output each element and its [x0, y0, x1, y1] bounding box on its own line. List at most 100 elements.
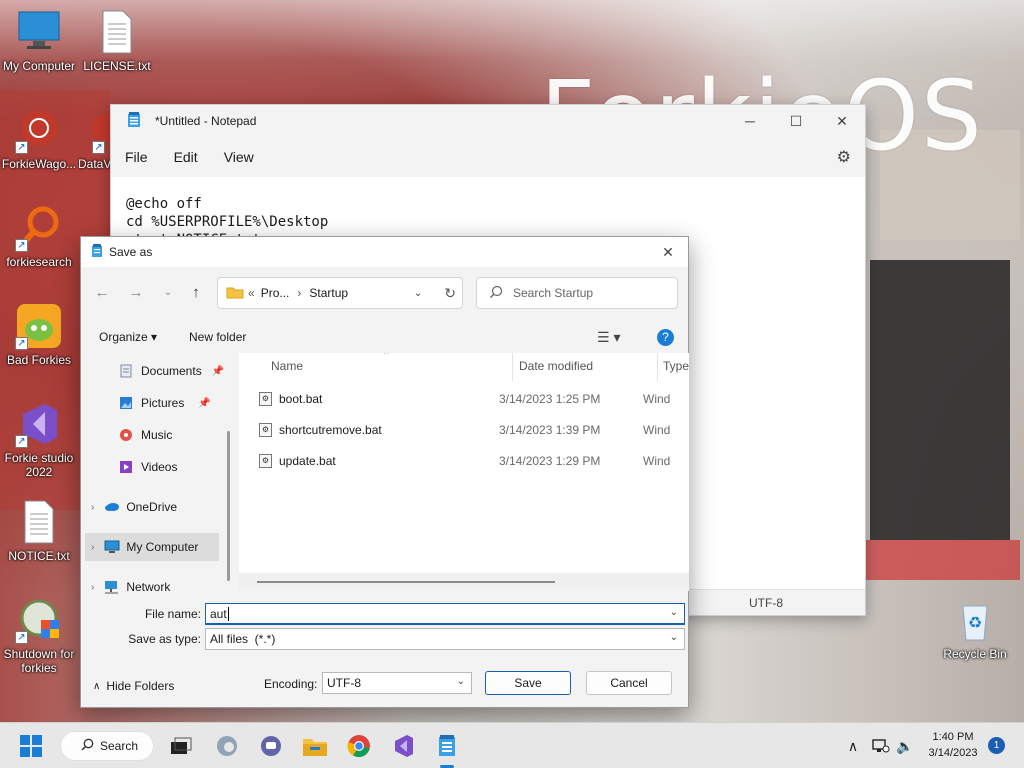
desktop-icon-datav[interactable]: ↗ DataV...: [78, 106, 112, 171]
save-as-type-select[interactable]: All files (*.*) ⌄: [205, 628, 685, 650]
desktop-icon-license[interactable]: LICENSE.txt: [78, 8, 156, 73]
save-as-dialog: Save as ✕ ← → ⌄ ↑ « Pro... › Startup ⌄ ↻…: [80, 236, 689, 708]
column-divider[interactable]: [512, 353, 513, 381]
address-dropdown-chevron-icon[interactable]: ⌄: [414, 288, 422, 299]
refresh-icon[interactable]: ↻: [444, 285, 456, 302]
desktop-icon-label: Forkie studio 2022: [4, 451, 74, 479]
dialog-close-button[interactable]: ✕: [648, 237, 688, 267]
forward-arrow-icon[interactable]: →: [123, 275, 149, 309]
breadcrumb-overflow[interactable]: «: [248, 286, 255, 300]
notepad-title: *Untitled - Notepad: [155, 114, 257, 128]
expand-chevron-icon[interactable]: ›: [91, 582, 94, 593]
pin-icon: 📌: [211, 365, 225, 377]
recent-locations-chevron-icon[interactable]: ⌄: [155, 275, 181, 309]
text-file-icon: [15, 498, 63, 546]
desktop-icon-recycle-bin[interactable]: ♻ Recycle Bin: [936, 596, 1014, 661]
desktop-icon-forkie-studio[interactable]: ↗ Forkie studio 2022: [0, 400, 78, 479]
music-icon: [119, 428, 135, 442]
breadcrumb-item-current[interactable]: Startup: [309, 286, 348, 300]
chevron-down-icon[interactable]: ⌄: [457, 676, 465, 687]
notification-badge[interactable]: 1: [988, 737, 1005, 754]
dialog-navbar: ← → ⌄ ↑ « Pro... › Startup ⌄ ↻ Search St…: [81, 275, 688, 315]
notepad-titlebar[interactable]: *Untitled - Notepad ─ ☐ ✕: [111, 105, 865, 137]
desktop-icon-label: Recycle Bin: [943, 647, 1007, 661]
visual-studio-icon[interactable]: [390, 733, 416, 759]
column-header-name[interactable]: Name: [271, 359, 303, 373]
breadcrumb-item[interactable]: Pro...: [261, 286, 290, 300]
menu-file[interactable]: File: [115, 149, 158, 165]
file-type: Wind: [643, 423, 671, 437]
nav-item-onedrive[interactable]: › OneDrive: [91, 495, 177, 519]
new-folder-button[interactable]: New folder: [189, 330, 246, 344]
nav-item-label: Videos: [141, 460, 178, 474]
maximize-button[interactable]: ☐: [773, 105, 819, 137]
shortcut-arrow-icon: ↗: [15, 631, 28, 644]
notepad-taskbar-icon[interactable]: [434, 733, 460, 759]
close-button[interactable]: ✕: [819, 105, 865, 137]
cancel-button[interactable]: Cancel: [586, 671, 672, 695]
up-arrow-icon[interactable]: ↑: [183, 275, 209, 309]
file-row[interactable]: ⚙ boot.bat 3/14/2023 1:25 PM Wind: [259, 386, 689, 412]
network-status-icon[interactable]: [868, 733, 894, 759]
show-hidden-icons-chevron-icon[interactable]: ∧: [840, 733, 866, 759]
desktop-icon-forkiesearch[interactable]: ↗ forkiesearch: [0, 204, 78, 269]
volume-icon[interactable]: 🔈: [892, 733, 918, 759]
encoding-label: Encoding:: [264, 677, 318, 691]
sort-ascending-icon: ^: [384, 353, 389, 360]
chevron-down-icon[interactable]: ⌄: [670, 632, 678, 643]
hide-folders-toggle[interactable]: ∧ Hide Folders: [93, 679, 174, 693]
start-button[interactable]: [18, 733, 44, 759]
nav-item-documents[interactable]: Documents 📌: [119, 359, 224, 383]
desktop-icon-bad-forkies[interactable]: ↗ Bad Forkies: [0, 302, 78, 367]
desktop-icon-forkiewago[interactable]: ↗ ForkieWago...: [0, 106, 78, 171]
organize-button[interactable]: Organize ▾: [99, 330, 157, 344]
file-row[interactable]: ⚙ shortcutremove.bat 3/14/2023 1:39 PM Wi…: [259, 417, 689, 443]
nav-item-network[interactable]: › Network: [91, 575, 170, 599]
nav-item-music[interactable]: Music: [119, 423, 172, 447]
windows-logo-icon: [20, 735, 42, 757]
column-header-date[interactable]: Date modified: [519, 359, 593, 373]
desktop-icon-shutdown[interactable]: ↗ Shutdown for forkies: [0, 596, 78, 675]
file-name-input[interactable]: aut ⌄: [205, 603, 685, 625]
clock-time: 1:40 PM: [932, 731, 974, 743]
column-divider[interactable]: [657, 353, 658, 381]
desktop-icon-notice[interactable]: NOTICE.txt: [0, 498, 78, 563]
search-box[interactable]: Search Startup: [476, 277, 678, 309]
task-view-icon[interactable]: [168, 733, 194, 759]
file-row[interactable]: ⚙ update.bat 3/14/2023 1:29 PM Wind: [259, 448, 689, 474]
nav-item-my-computer[interactable]: › My Computer: [85, 533, 219, 561]
taskbar-search-box[interactable]: Search: [60, 731, 154, 761]
teams-chat-icon[interactable]: [258, 733, 284, 759]
expand-chevron-icon[interactable]: ›: [91, 502, 94, 513]
encoding-select[interactable]: UTF-8 ⌄: [322, 672, 472, 694]
back-arrow-icon[interactable]: ←: [89, 275, 115, 309]
dialog-titlebar[interactable]: Save as ✕: [81, 237, 688, 267]
nav-item-pictures[interactable]: Pictures 📌: [119, 391, 211, 415]
edge-browser-icon[interactable]: [214, 733, 240, 759]
desktop-icon-my-computer[interactable]: My Computer: [0, 8, 78, 73]
column-header-type[interactable]: Type: [663, 359, 689, 373]
nav-item-videos[interactable]: Videos: [119, 455, 177, 479]
settings-gear-icon[interactable]: ⚙: [837, 147, 851, 167]
menu-edit[interactable]: Edit: [164, 149, 208, 165]
chevron-down-icon[interactable]: ⌄: [670, 607, 678, 618]
nav-item-label: OneDrive: [126, 500, 178, 514]
horizontal-scroll-track: [239, 573, 689, 591]
system-clock[interactable]: 1:40 PM 3/14/2023: [920, 729, 986, 761]
address-bar[interactable]: « Pro... › Startup ⌄ ↻: [217, 277, 463, 309]
chrome-browser-icon[interactable]: [346, 733, 372, 759]
file-explorer-icon[interactable]: [302, 733, 328, 759]
view-options-icon[interactable]: ☰ ▾: [597, 329, 620, 346]
expand-chevron-icon[interactable]: ›: [91, 542, 94, 553]
clock-date: 3/14/2023: [928, 747, 978, 759]
text-cursor: [227, 607, 229, 621]
horizontal-scrollbar[interactable]: [257, 581, 555, 583]
save-button[interactable]: Save: [485, 671, 571, 695]
minimize-button[interactable]: ─: [727, 105, 773, 137]
network-icon: [104, 580, 120, 594]
taskbar: Search ∧ 🔈 1:40 PM 3/14/2023 1: [0, 722, 1024, 768]
menu-view[interactable]: View: [214, 149, 264, 165]
svg-text:♻: ♻: [968, 613, 982, 632]
help-icon[interactable]: ?: [657, 328, 674, 346]
navpane-scrollbar[interactable]: [227, 431, 230, 581]
